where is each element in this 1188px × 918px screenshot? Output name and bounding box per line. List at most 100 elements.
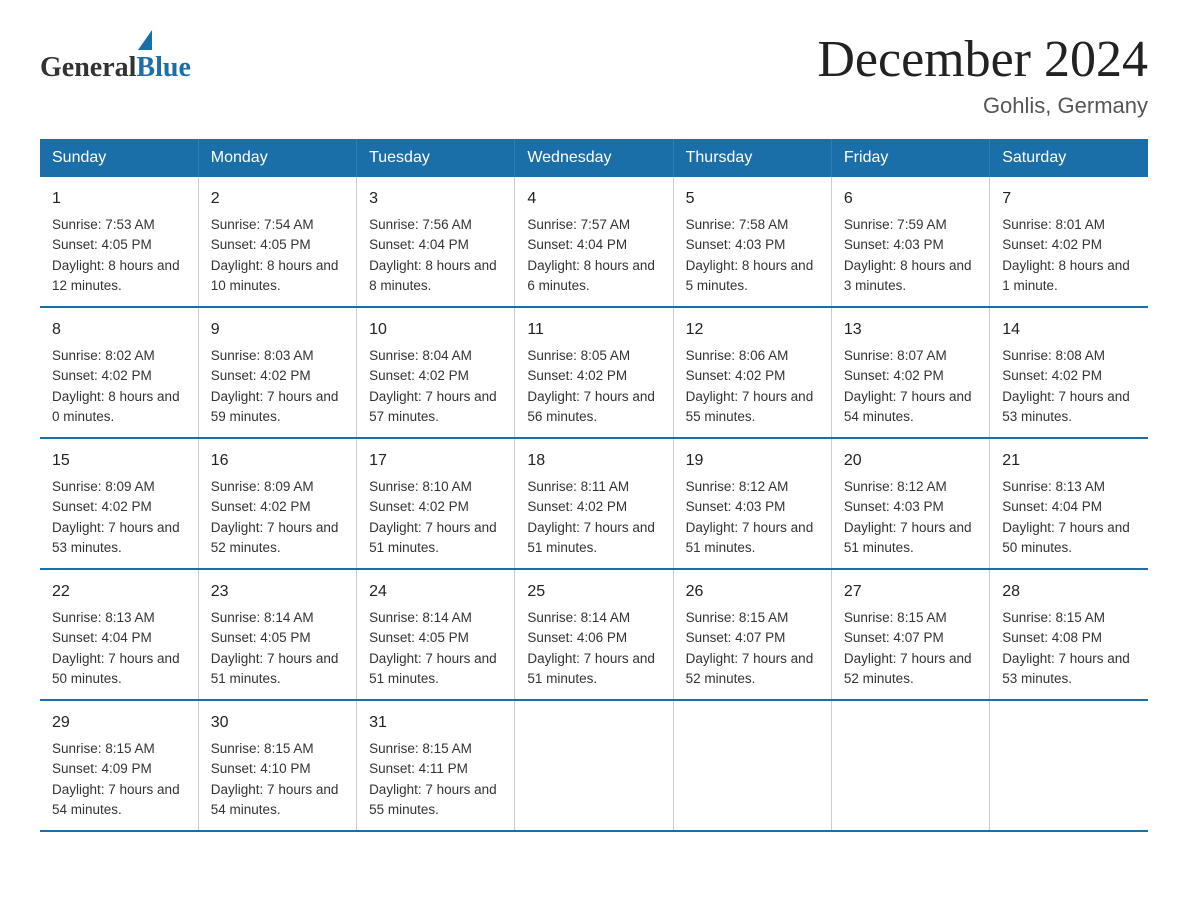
header-day-thursday: Thursday	[673, 139, 831, 177]
day-info: Sunrise: 8:11 AMSunset: 4:02 PMDaylight:…	[527, 477, 660, 558]
day-number: 27	[844, 580, 977, 604]
day-info: Sunrise: 8:15 AMSunset: 4:11 PMDaylight:…	[369, 739, 502, 820]
day-number: 15	[52, 449, 186, 473]
calendar-cell: 21 Sunrise: 8:13 AMSunset: 4:04 PMDayligh…	[990, 438, 1148, 569]
day-info: Sunrise: 7:57 AMSunset: 4:04 PMDaylight:…	[527, 215, 660, 296]
day-number: 21	[1002, 449, 1136, 473]
calendar-cell: 12 Sunrise: 8:06 AMSunset: 4:02 PMDayligh…	[673, 307, 831, 438]
day-info: Sunrise: 8:14 AMSunset: 4:06 PMDaylight:…	[527, 608, 660, 689]
day-number: 6	[844, 187, 977, 211]
day-number: 31	[369, 711, 502, 735]
header-row: SundayMondayTuesdayWednesdayThursdayFrid…	[40, 139, 1148, 177]
day-info: Sunrise: 8:04 AMSunset: 4:02 PMDaylight:…	[369, 346, 502, 427]
day-info: Sunrise: 8:10 AMSunset: 4:02 PMDaylight:…	[369, 477, 502, 558]
calendar-cell: 19 Sunrise: 8:12 AMSunset: 4:03 PMDayligh…	[673, 438, 831, 569]
header-day-wednesday: Wednesday	[515, 139, 673, 177]
day-number: 14	[1002, 318, 1136, 342]
calendar-cell: 25 Sunrise: 8:14 AMSunset: 4:06 PMDayligh…	[515, 569, 673, 700]
day-info: Sunrise: 8:15 AMSunset: 4:09 PMDaylight:…	[52, 739, 186, 820]
calendar-cell: 20 Sunrise: 8:12 AMSunset: 4:03 PMDayligh…	[831, 438, 989, 569]
day-number: 24	[369, 580, 502, 604]
day-number: 26	[686, 580, 819, 604]
day-info: Sunrise: 8:06 AMSunset: 4:02 PMDaylight:…	[686, 346, 819, 427]
day-number: 9	[211, 318, 344, 342]
day-info: Sunrise: 8:15 AMSunset: 4:07 PMDaylight:…	[686, 608, 819, 689]
week-row-4: 22Sunrise: 8:13 AMSunset: 4:04 PMDayligh…	[40, 569, 1148, 700]
day-number: 25	[527, 580, 660, 604]
calendar-cell	[515, 700, 673, 831]
day-number: 10	[369, 318, 502, 342]
day-number: 19	[686, 449, 819, 473]
day-info: Sunrise: 8:12 AMSunset: 4:03 PMDaylight:…	[686, 477, 819, 558]
calendar-cell: 28 Sunrise: 8:15 AMSunset: 4:08 PMDayligh…	[990, 569, 1148, 700]
day-info: Sunrise: 8:15 AMSunset: 4:10 PMDaylight:…	[211, 739, 344, 820]
calendar-cell: 16Sunrise: 8:09 AMSunset: 4:02 PMDayligh…	[198, 438, 356, 569]
day-number: 7	[1002, 187, 1136, 211]
header-day-monday: Monday	[198, 139, 356, 177]
day-number: 30	[211, 711, 344, 735]
day-number: 4	[527, 187, 660, 211]
calendar-cell: 4 Sunrise: 7:57 AMSunset: 4:04 PMDaylight…	[515, 177, 673, 307]
calendar-cell: 9Sunrise: 8:03 AMSunset: 4:02 PMDaylight…	[198, 307, 356, 438]
header-day-saturday: Saturday	[990, 139, 1148, 177]
calendar-cell: 24 Sunrise: 8:14 AMSunset: 4:05 PMDayligh…	[357, 569, 515, 700]
day-info: Sunrise: 8:13 AMSunset: 4:04 PMDaylight:…	[52, 608, 186, 689]
day-number: 2	[211, 187, 344, 211]
header-day-tuesday: Tuesday	[357, 139, 515, 177]
header-day-friday: Friday	[831, 139, 989, 177]
day-info: Sunrise: 8:01 AMSunset: 4:02 PMDaylight:…	[1002, 215, 1136, 296]
calendar-cell	[673, 700, 831, 831]
day-info: Sunrise: 8:12 AMSunset: 4:03 PMDaylight:…	[844, 477, 977, 558]
calendar-cell: 2Sunrise: 7:54 AMSunset: 4:05 PMDaylight…	[198, 177, 356, 307]
calendar-cell: 23 Sunrise: 8:14 AMSunset: 4:05 PMDayligh…	[198, 569, 356, 700]
logo: General Blue	[40, 30, 191, 84]
calendar-cell	[831, 700, 989, 831]
calendar-cell: 7 Sunrise: 8:01 AMSunset: 4:02 PMDaylight…	[990, 177, 1148, 307]
day-number: 23	[211, 580, 344, 604]
calendar-cell: 15Sunrise: 8:09 AMSunset: 4:02 PMDayligh…	[40, 438, 198, 569]
week-row-5: 29Sunrise: 8:15 AMSunset: 4:09 PMDayligh…	[40, 700, 1148, 831]
calendar-subtitle: Gohlis, Germany	[817, 93, 1148, 119]
day-info: Sunrise: 7:58 AMSunset: 4:03 PMDaylight:…	[686, 215, 819, 296]
logo-blue-part: Blue	[136, 30, 190, 84]
calendar-cell: 31 Sunrise: 8:15 AMSunset: 4:11 PMDayligh…	[357, 700, 515, 831]
calendar-cell: 5Sunrise: 7:58 AMSunset: 4:03 PMDaylight…	[673, 177, 831, 307]
day-info: Sunrise: 8:08 AMSunset: 4:02 PMDaylight:…	[1002, 346, 1136, 427]
logo-triangle-icon	[138, 30, 152, 50]
header-day-sunday: Sunday	[40, 139, 198, 177]
day-number: 18	[527, 449, 660, 473]
day-info: Sunrise: 8:14 AMSunset: 4:05 PMDaylight:…	[211, 608, 344, 689]
week-row-2: 8Sunrise: 8:02 AMSunset: 4:02 PMDaylight…	[40, 307, 1148, 438]
day-info: Sunrise: 8:15 AMSunset: 4:08 PMDaylight:…	[1002, 608, 1136, 689]
day-info: Sunrise: 8:14 AMSunset: 4:05 PMDaylight:…	[369, 608, 502, 689]
calendar-title: December 2024	[817, 30, 1148, 89]
calendar-cell: 26 Sunrise: 8:15 AMSunset: 4:07 PMDayligh…	[673, 569, 831, 700]
calendar-cell: 29Sunrise: 8:15 AMSunset: 4:09 PMDayligh…	[40, 700, 198, 831]
logo-general-text: General	[40, 52, 136, 84]
calendar-cell: 1 Sunrise: 7:53 AMSunset: 4:05 PMDaylight…	[40, 177, 198, 307]
calendar-cell: 30 Sunrise: 8:15 AMSunset: 4:10 PMDayligh…	[198, 700, 356, 831]
day-number: 8	[52, 318, 186, 342]
day-number: 11	[527, 318, 660, 342]
calendar-body: 1 Sunrise: 7:53 AMSunset: 4:05 PMDaylight…	[40, 177, 1148, 831]
day-info: Sunrise: 8:09 AMSunset: 4:02 PMDaylight:…	[211, 477, 344, 558]
calendar-table: SundayMondayTuesdayWednesdayThursdayFrid…	[40, 139, 1148, 832]
day-info: Sunrise: 8:13 AMSunset: 4:04 PMDaylight:…	[1002, 477, 1136, 558]
calendar-cell: 8Sunrise: 8:02 AMSunset: 4:02 PMDaylight…	[40, 307, 198, 438]
day-number: 13	[844, 318, 977, 342]
calendar-cell: 11Sunrise: 8:05 AMSunset: 4:02 PMDayligh…	[515, 307, 673, 438]
calendar-cell: 13Sunrise: 8:07 AMSunset: 4:02 PMDayligh…	[831, 307, 989, 438]
day-info: Sunrise: 7:53 AMSunset: 4:05 PMDaylight:…	[52, 215, 186, 296]
page-header: General Blue December 2024 Gohlis, Germa…	[40, 30, 1148, 119]
calendar-cell: 10 Sunrise: 8:04 AMSunset: 4:02 PMDayligh…	[357, 307, 515, 438]
day-number: 20	[844, 449, 977, 473]
title-block: December 2024 Gohlis, Germany	[817, 30, 1148, 119]
calendar-cell	[990, 700, 1148, 831]
calendar-cell: 3Sunrise: 7:56 AMSunset: 4:04 PMDaylight…	[357, 177, 515, 307]
calendar-cell: 6Sunrise: 7:59 AMSunset: 4:03 PMDaylight…	[831, 177, 989, 307]
calendar-cell: 17Sunrise: 8:10 AMSunset: 4:02 PMDayligh…	[357, 438, 515, 569]
day-number: 12	[686, 318, 819, 342]
day-number: 1	[52, 187, 186, 211]
week-row-1: 1 Sunrise: 7:53 AMSunset: 4:05 PMDaylight…	[40, 177, 1148, 307]
day-number: 28	[1002, 580, 1136, 604]
